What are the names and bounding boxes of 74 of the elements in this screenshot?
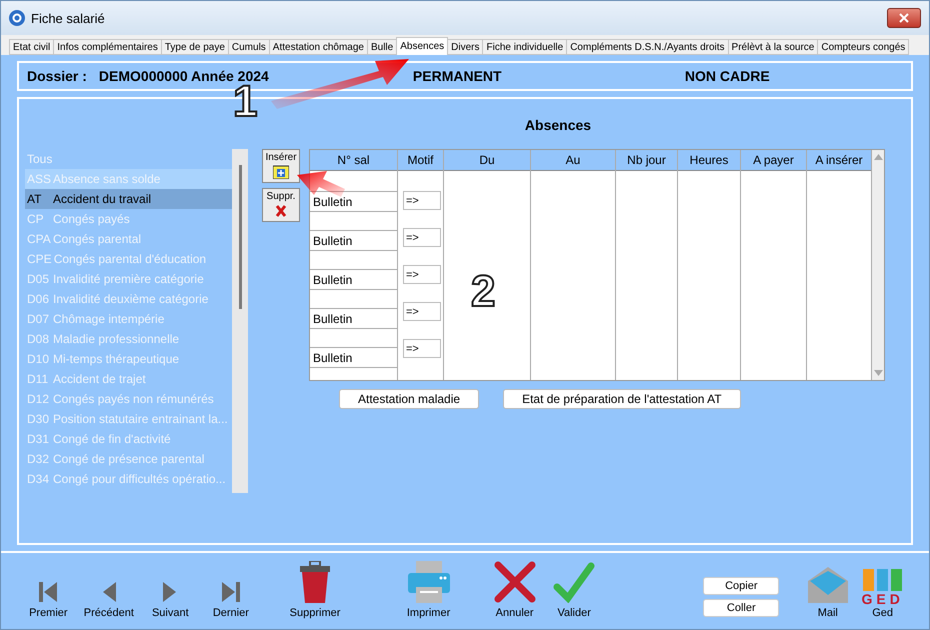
report-button[interactable]: Etat de préparation de l'attestation AT (503, 389, 741, 409)
scroll-down-icon[interactable] (874, 370, 882, 376)
paste-button[interactable]: Coller (703, 599, 780, 617)
motif-button[interactable]: => (403, 302, 441, 321)
payslip-field: Bulletin (310, 230, 397, 251)
payslip-field: Bulletin (310, 347, 397, 368)
trash-icon (300, 561, 330, 603)
tab[interactable]: Attestation chômage (268, 39, 368, 55)
column-header: Heures (678, 150, 740, 171)
envelope-icon (808, 567, 848, 603)
scroll-up-icon[interactable] (874, 154, 882, 160)
ged-label: Ged (872, 607, 894, 619)
tab[interactable]: Compteurs congés (817, 39, 910, 55)
scrollbar[interactable] (232, 149, 248, 493)
motif-button[interactable]: => (403, 191, 441, 210)
column-header: Nb jour (616, 150, 677, 171)
previous-icon (102, 581, 116, 603)
print-button[interactable]: Imprimer (368, 561, 488, 619)
annotation-number: 2 (471, 267, 496, 316)
last-button[interactable]: Dernier (200, 581, 262, 619)
payslip-field: Bulletin (310, 308, 397, 329)
close-button[interactable] (887, 8, 921, 28)
printer-icon (408, 561, 450, 603)
mail-button[interactable]: Mail (801, 567, 854, 619)
motif-button[interactable]: => (403, 265, 441, 284)
insert-button[interactable]: Insérer (262, 149, 300, 183)
absence-type-item[interactable]: AT Accident du travail (25, 189, 232, 209)
tab[interactable]: Etat civil (9, 39, 54, 55)
dossier-label: Dossier : (27, 68, 87, 84)
motif-button[interactable]: => (403, 339, 441, 358)
tab[interactable]: Cumuls (228, 39, 270, 55)
prev-button[interactable]: Précédent (78, 581, 140, 619)
first-button[interactable]: Premier (19, 581, 78, 619)
tab[interactable]: Fiche individuelle (482, 39, 568, 55)
column-header: N° sal (310, 150, 397, 171)
category-text: NON CADRE (684, 68, 770, 84)
column-header: A payer (741, 150, 806, 171)
cancel-button[interactable]: Annuler (488, 561, 542, 619)
next-button[interactable]: Suivant (140, 581, 201, 619)
column-header: Du (444, 150, 530, 171)
tab[interactable]: Compléments D.S.N./Ayants droits (566, 39, 729, 55)
scrollbar[interactable] (872, 150, 884, 380)
payslip-field: Bulletin (310, 269, 397, 290)
ged-logo-text: GED (861, 591, 904, 607)
column-header: A insérer (807, 150, 871, 171)
tab[interactable]: Type de paye (160, 39, 229, 55)
tab[interactable]: Absences (396, 37, 448, 55)
cancel-icon (494, 561, 536, 603)
x-icon (275, 204, 287, 218)
folder-plus-icon (273, 165, 289, 179)
column-header: Motif (398, 150, 443, 171)
binders-icon (862, 569, 903, 591)
last-icon (220, 581, 241, 603)
next-icon (163, 581, 178, 603)
first-icon (38, 581, 58, 603)
section-title: Absences (524, 117, 592, 133)
validate-button[interactable]: Valider (541, 561, 608, 619)
motif-button[interactable]: => (403, 228, 441, 247)
app-icon (9, 10, 25, 26)
tab[interactable]: Infos complémentaires (53, 39, 162, 55)
checkmark-icon (553, 561, 596, 603)
tab[interactable]: Prélèvt à la source (728, 39, 818, 55)
column-header: Au (531, 150, 615, 171)
copy-button[interactable]: Copier (703, 577, 780, 595)
report-button[interactable]: Attestation maladie (339, 389, 480, 409)
tab[interactable]: Bulle (366, 39, 398, 55)
delete-button[interactable]: Suppr. (262, 188, 300, 222)
annotation-arrow (297, 171, 345, 197)
tab[interactable]: Divers (447, 39, 484, 55)
status-text: PERMANENT (412, 68, 503, 84)
trash-button[interactable]: Supprimer (261, 561, 369, 619)
window-title: Fiche salarié (31, 10, 106, 26)
close-icon (899, 13, 909, 23)
ged-button[interactable]: GED Ged (854, 569, 912, 619)
